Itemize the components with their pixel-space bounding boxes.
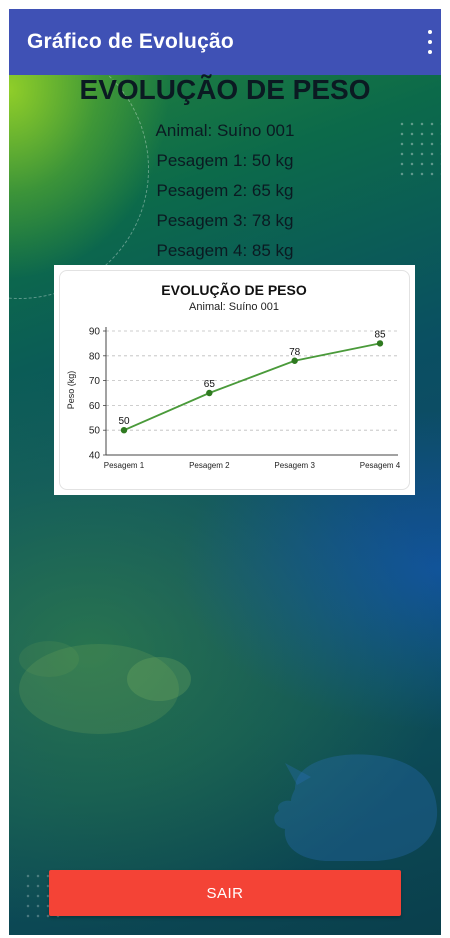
- app-bar: Gráfico de Evolução: [9, 9, 441, 75]
- weighing-4: Pesagem 4: 85 kg: [156, 241, 294, 260]
- chart-subtitle: Animal: Suíno 001: [189, 301, 279, 313]
- data-label: 65: [204, 379, 216, 390]
- x-tick-label: Pesagem 2: [189, 461, 230, 470]
- data-label: 78: [289, 347, 301, 358]
- chart-title: EVOLUÇÃO DE PESO: [161, 281, 307, 298]
- series-line: [123, 342, 381, 432]
- y-tick-label: 80: [89, 351, 101, 362]
- weighing-3: Pesagem 3: 78 kg: [156, 211, 294, 230]
- data-point: [291, 357, 298, 364]
- y-tick-label: 70: [89, 376, 101, 387]
- chart-card: EVOLUÇÃO DE PESO Animal: Suíno 001 Peso …: [54, 265, 415, 495]
- y-tick-label: 50: [89, 426, 101, 437]
- y-axis-label: Peso (kg): [66, 371, 76, 410]
- x-tick-label: Pesagem 4: [360, 461, 401, 470]
- y-tick-label: 90: [89, 327, 101, 338]
- exit-button[interactable]: SAIR: [49, 870, 401, 916]
- animal-label: Animal: Suíno 001: [155, 121, 295, 140]
- x-tick-label: Pesagem 3: [274, 461, 315, 470]
- pig-silhouette-icon: [274, 754, 438, 861]
- weight-line-chart: EVOLUÇÃO DE PESO Animal: Suíno 001 Peso …: [66, 281, 401, 470]
- data-point: [206, 389, 213, 397]
- pig-photo-background: [19, 641, 191, 734]
- y-tick-label: 60: [89, 401, 101, 412]
- appbar-title: Gráfico de Evolução: [27, 30, 234, 53]
- data-point: [376, 340, 384, 347]
- weighing-1: Pesagem 1: 50 kg: [156, 151, 294, 170]
- data-point: [120, 427, 128, 434]
- x-tick-label: Pesagem 1: [104, 461, 145, 470]
- data-label: 50: [118, 416, 130, 427]
- page-title: EVOLUÇÃO DE PESO: [79, 74, 371, 105]
- y-tick-label: 40: [89, 451, 101, 462]
- data-label: 85: [374, 329, 386, 340]
- weighing-2: Pesagem 2: 65 kg: [156, 181, 294, 200]
- more-vert-icon[interactable]: [425, 30, 435, 54]
